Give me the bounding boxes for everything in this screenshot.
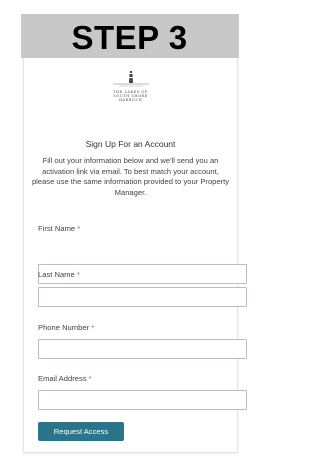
form-intro: Fill out your information below and we'l… (31, 156, 230, 197)
form-heading: Sign Up For an Account (85, 139, 176, 149)
phone-number-field[interactable] (38, 339, 247, 359)
phone-number-label-text: Phone Number (38, 323, 90, 332)
logo-text-line3: HARBOUR (118, 98, 143, 102)
required-marker: * (77, 224, 81, 233)
last-name-label: Last Name * (38, 270, 80, 280)
community-logo: THE LAKES OF SOUTH SHORE HARBOUR (24, 68, 237, 104)
signup-card: THE LAKES OF SOUTH SHORE HARBOUR Sign Up… (23, 58, 247, 453)
phone-number-label: Phone Number * (38, 323, 94, 333)
required-marker: * (88, 374, 92, 383)
step-title: STEP 3 (71, 19, 188, 56)
step-banner: STEP 3 (0, 0, 259, 58)
first-name-label-text: First Name (38, 224, 76, 233)
email-address-field[interactable] (38, 390, 247, 410)
request-access-button[interactable]: Request Access (38, 422, 124, 441)
email-address-label: Email Address * (38, 374, 92, 384)
required-marker: * (76, 270, 80, 279)
lighthouse-icon (112, 71, 149, 87)
last-name-field[interactable] (38, 287, 247, 307)
email-address-label-text: Email Address (38, 374, 87, 383)
required-marker: * (91, 323, 95, 332)
last-name-label-text: Last Name (38, 270, 75, 279)
first-name-label: First Name * (38, 224, 80, 234)
